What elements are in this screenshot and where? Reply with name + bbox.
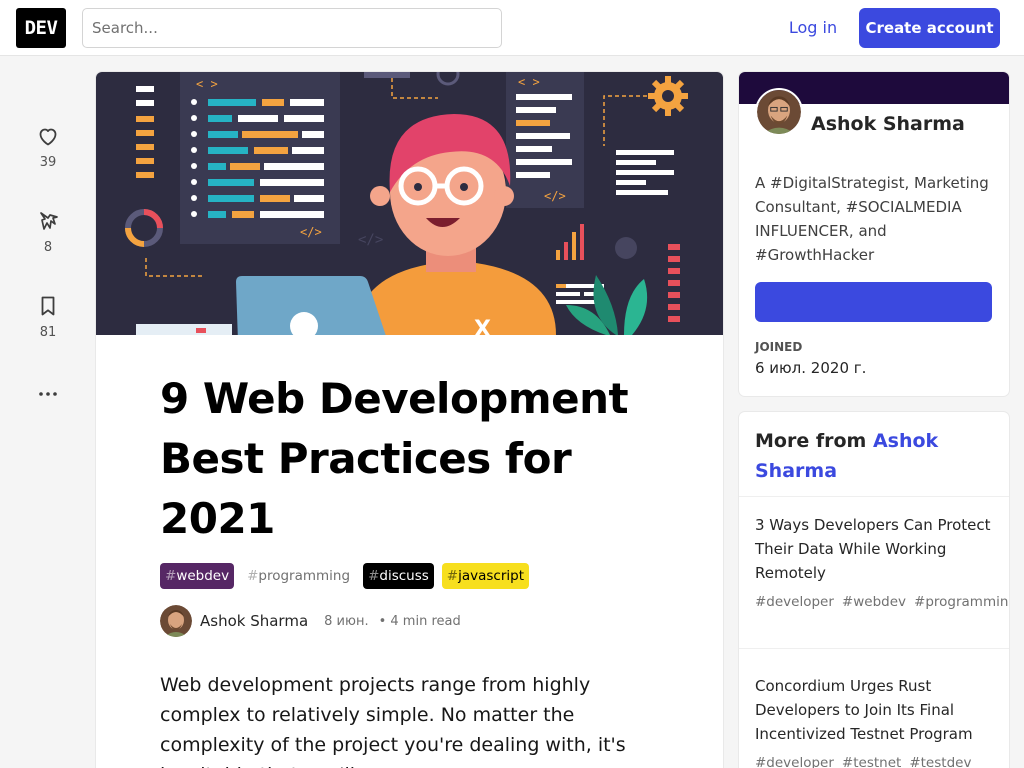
item-tag[interactable]: #webdev	[842, 594, 906, 610]
profile-bio: A #DigitalStrategist, Marketing Consulta…	[755, 174, 989, 264]
top-header: DEV Log in Create account	[0, 0, 1024, 56]
more-from-heading: More from Ashok Sharma	[739, 412, 1009, 497]
more-from-item[interactable]: 3 Ways Developers Can Protect Their Data…	[739, 513, 1009, 649]
article-author-row: Ashok Sharma 8 июн. • 4 min read	[160, 605, 461, 637]
heart-reaction[interactable]: 39	[16, 124, 80, 170]
more-from-item-title[interactable]: Concordium Urges Rust Developers to Join…	[755, 674, 993, 746]
more-from-author-card: More from Ashok Sharma 3 Ways Developers…	[739, 412, 1009, 768]
svg-text:< >: < >	[196, 77, 218, 91]
more-from-item[interactable]: Concordium Urges Rust Developers to Join…	[739, 674, 1009, 768]
more-from-item-tags: #developer #webdev #programming	[755, 589, 1009, 615]
tag-webdev[interactable]: #webdev	[160, 563, 235, 589]
more-from-prefix: More from	[755, 430, 867, 452]
publish-date: 8 июн.	[324, 613, 369, 629]
svg-text:</>: </>	[358, 232, 383, 248]
profile-avatar[interactable]	[755, 88, 803, 136]
joined-label: JOINED	[755, 340, 803, 354]
cover-image: < > </> < > </> X </>	[96, 72, 723, 335]
article-card: < > </> < > </> X </> 9 Web Development …	[96, 72, 723, 768]
more-from-item-tags: #developer #testnet #testdev	[755, 750, 993, 768]
search-input[interactable]	[82, 8, 502, 48]
item-tag[interactable]: #programming	[914, 594, 1009, 610]
more-from-item-title[interactable]: 3 Ways Developers Can Protect Their Data…	[755, 513, 993, 585]
article-tags: #webdev #programming #discuss #javascrip…	[160, 563, 529, 589]
unicorn-count: 8	[43, 240, 53, 255]
joined-date: 6 июл. 2020 г.	[755, 359, 867, 377]
author-avatar[interactable]	[160, 605, 192, 637]
login-button[interactable]: Log in	[779, 8, 847, 48]
read-time: • 4 min read	[378, 613, 461, 629]
follow-button[interactable]	[755, 282, 992, 322]
svg-text:</>: </>	[544, 189, 566, 203]
author-profile-card: Ashok Sharma A #DigitalStrategist, Marke…	[739, 72, 1009, 396]
more-horizontal-icon	[39, 392, 57, 396]
unicorn-reaction[interactable]: 8	[16, 209, 80, 255]
article-body: Web development projects range from high…	[160, 674, 626, 768]
create-account-button[interactable]: Create account	[859, 8, 1000, 48]
item-tag[interactable]: #developer	[755, 755, 834, 768]
item-tag[interactable]: #developer	[755, 594, 834, 610]
svg-text:</>: </>	[300, 225, 322, 239]
dev-logo[interactable]: DEV	[16, 8, 66, 48]
bookmark-count: 81	[39, 325, 57, 340]
author-name[interactable]: Ashok Sharma	[200, 612, 308, 630]
profile-name[interactable]: Ashok Sharma	[811, 113, 965, 135]
bookmark-reaction[interactable]: 81	[16, 294, 80, 340]
heart-count: 39	[39, 155, 57, 170]
heart-icon	[39, 128, 57, 146]
bookmark-icon	[41, 296, 55, 316]
tag-javascript[interactable]: #javascript	[441, 563, 529, 589]
more-options-button[interactable]	[16, 382, 80, 406]
tag-discuss[interactable]: #discuss	[363, 563, 434, 589]
tag-programming[interactable]: #programming	[242, 563, 356, 589]
unicorn-icon	[40, 212, 58, 230]
svg-text:< >: < >	[518, 75, 540, 89]
item-tag[interactable]: #testdev	[909, 755, 971, 768]
item-tag[interactable]: #testnet	[842, 755, 901, 768]
svg-text:X: X	[474, 317, 491, 335]
article-title: 9 Web Development Best Practices for 202…	[160, 374, 629, 543]
